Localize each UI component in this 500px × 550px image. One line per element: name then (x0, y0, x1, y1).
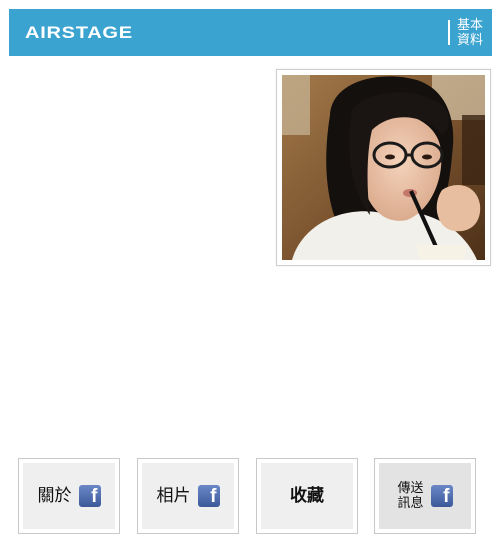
profile-info-link[interactable]: 基本 資料 (453, 18, 487, 48)
profile-photo-frame[interactable] (276, 69, 491, 266)
photos-button-inner: 相片 f (142, 463, 234, 529)
send-message-line2: 訊息 (397, 496, 424, 511)
send-message-button-inner: 傳送 訊息 f (379, 463, 471, 529)
header-divider (448, 20, 450, 45)
page: airstage 基本 資料 (0, 0, 500, 550)
send-message-line1: 傳送 (397, 481, 424, 496)
profile-photo (282, 75, 485, 260)
facebook-icon: f (78, 485, 101, 507)
send-message-button[interactable]: 傳送 訊息 f (374, 458, 476, 534)
about-button-label: 關於 (37, 486, 72, 506)
profile-link-line2: 資料 (456, 33, 483, 48)
photos-button[interactable]: 相片 f (137, 458, 239, 534)
header-bar: airstage 基本 資料 (9, 9, 492, 56)
facebook-icon: f (197, 485, 220, 507)
profile-link-line1: 基本 (456, 18, 483, 33)
nav-button-row: 關於 f 相片 f 收藏 傳送 訊息 f (0, 458, 500, 534)
send-message-button-label: 傳送 訊息 (397, 481, 423, 511)
airstage-logo[interactable]: airstage (25, 23, 133, 43)
photos-button-label: 相片 (156, 486, 191, 506)
favorites-button-inner: 收藏 (261, 463, 353, 529)
facebook-icon: f (430, 485, 453, 507)
about-button[interactable]: 關於 f (18, 458, 120, 534)
favorites-button[interactable]: 收藏 (256, 458, 358, 534)
favorites-button-label: 收藏 (290, 486, 324, 506)
about-button-inner: 關於 f (23, 463, 115, 529)
profile-photo-image (282, 75, 485, 260)
